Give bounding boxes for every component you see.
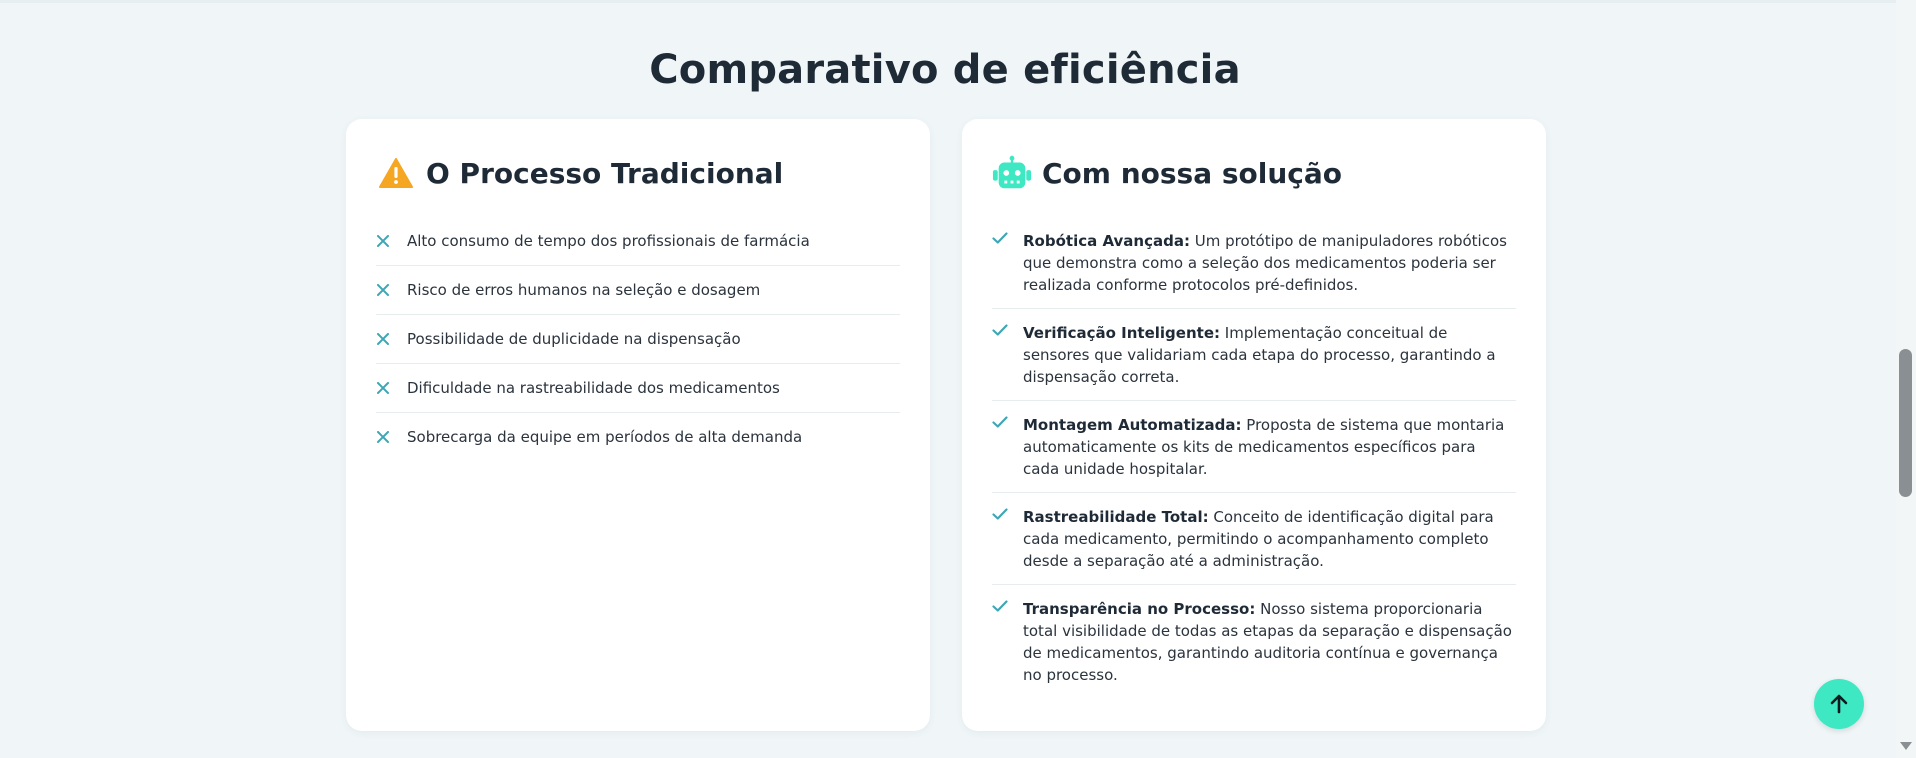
list-item-text: Verificação Inteligente: Implementação c…: [1023, 322, 1516, 388]
list-item: Rastreabilidade Total: Conceito de ident…: [992, 493, 1516, 585]
traditional-card-header: O Processo Tradicional: [376, 149, 783, 197]
list-item: Transparência no Processo: Nosso sistema…: [992, 585, 1516, 684]
x-icon: [376, 284, 390, 296]
solution-card-title: Com nossa solução: [1042, 156, 1343, 190]
x-icon: [376, 382, 390, 394]
benefit-label: Robótica Avançada:: [1023, 232, 1190, 250]
solution-benefits-list: Robótica Avançada: Um protótipo de manip…: [992, 217, 1516, 684]
list-item: Sobrecarga da equipe em períodos de alta…: [376, 413, 900, 461]
section-title: Comparativo de eficiência: [649, 46, 1241, 93]
list-item-text: Transparência no Processo: Nosso sistema…: [1023, 598, 1516, 686]
traditional-process-card: O Processo Tradicional Alto consumo de t…: [346, 119, 930, 731]
traditional-card-title: O Processo Tradicional: [426, 156, 784, 190]
traditional-problems-list: Alto consumo de tempo dos profissionais …: [376, 217, 900, 461]
list-item: Montagem Automatizada: Proposta de siste…: [992, 401, 1516, 493]
scrollbar-thumb[interactable]: [1899, 349, 1912, 497]
check-icon: [992, 416, 1008, 428]
arrow-up-icon: [1830, 694, 1848, 714]
scroll-down-arrow-icon[interactable]: [1900, 742, 1912, 750]
benefit-label: Verificação Inteligente:: [1023, 324, 1220, 342]
list-item-text: Montagem Automatizada: Proposta de siste…: [1023, 414, 1516, 480]
list-item-text: Robótica Avançada: Um protótipo de manip…: [1023, 230, 1516, 296]
benefit-label: Transparência no Processo:: [1023, 600, 1256, 618]
back-to-top-button[interactable]: [1814, 679, 1864, 729]
solution-card: Com nossa solução Robótica Avançada: Um …: [962, 119, 1546, 731]
check-icon: [992, 232, 1008, 244]
check-icon: [992, 508, 1008, 520]
x-icon: [376, 333, 390, 345]
solution-card-header: Com nossa solução: [992, 149, 1342, 197]
list-item: Possibilidade de duplicidade na dispensa…: [376, 315, 900, 364]
list-item-text: Sobrecarga da equipe em períodos de alta…: [407, 428, 803, 446]
list-item-text: Rastreabilidade Total: Conceito de ident…: [1023, 506, 1516, 572]
list-item: Verificação Inteligente: Implementação c…: [992, 309, 1516, 401]
x-icon: [376, 431, 390, 443]
check-icon: [992, 600, 1008, 612]
list-item-text: Alto consumo de tempo dos profissionais …: [407, 232, 810, 250]
benefit-label: Rastreabilidade Total:: [1023, 508, 1209, 526]
benefit-label: Montagem Automatizada:: [1023, 416, 1242, 434]
list-item-text: Dificuldade na rastreabilidade dos medic…: [407, 379, 780, 397]
list-item-text: Possibilidade de duplicidade na dispensa…: [407, 330, 741, 348]
check-icon: [992, 324, 1008, 336]
warning-icon: [376, 153, 416, 193]
list-item: Dificuldade na rastreabilidade dos medic…: [376, 364, 900, 413]
top-divider: [0, 0, 1896, 3]
list-item: Alto consumo de tempo dos profissionais …: [376, 217, 900, 266]
robot-icon: [992, 153, 1032, 193]
x-icon: [376, 235, 390, 247]
list-item: Risco de erros humanos na seleção e dosa…: [376, 266, 900, 315]
page: Comparativo de eficiência O Processo Tra…: [0, 0, 1896, 758]
list-item-text: Risco de erros humanos na seleção e dosa…: [407, 281, 761, 299]
list-item: Robótica Avançada: Um protótipo de manip…: [992, 217, 1516, 309]
